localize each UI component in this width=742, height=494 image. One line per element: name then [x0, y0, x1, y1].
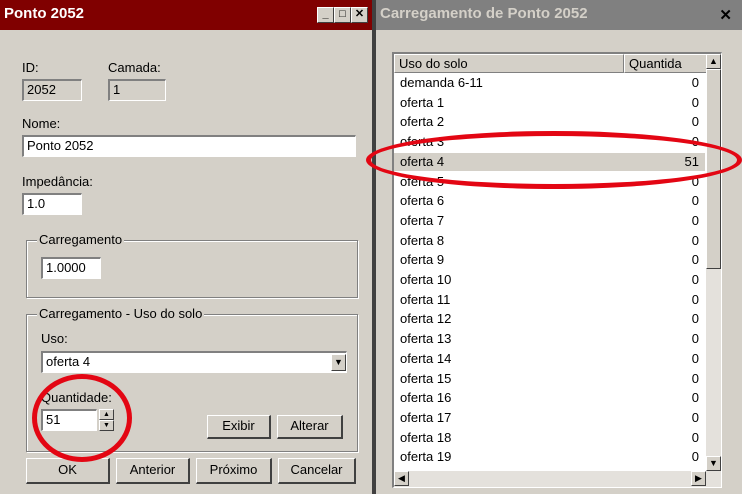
list-item-quantity: 0	[691, 94, 699, 110]
list-item[interactable]: oferta 8 0	[394, 232, 705, 250]
list-item[interactable]: oferta 11 0	[394, 291, 705, 309]
nome-label: Nome:	[22, 116, 61, 131]
list-item-quantity: 0	[691, 331, 699, 347]
list-item[interactable]: oferta 15 0	[394, 370, 705, 388]
scroll-down-icon[interactable]: ▼	[706, 456, 721, 471]
exibir-button[interactable]: Exibir	[207, 415, 271, 439]
scroll-right-icon[interactable]: ▶	[691, 471, 706, 486]
list-item-name: oferta 2	[400, 114, 445, 130]
list-item-name: demanda 6-11	[400, 75, 483, 90]
list-item-name: oferta 6	[400, 193, 445, 209]
list-item[interactable]: oferta 12 0	[394, 310, 705, 328]
list-item-quantity: 0	[691, 212, 699, 228]
list-item-name: oferta 11	[400, 291, 451, 307]
list-item-quantity: 0	[691, 75, 699, 90]
camada-label: Camada:	[108, 60, 161, 75]
proximo-button[interactable]: Próximo	[196, 458, 272, 484]
column-header-quantidade[interactable]: Quantida	[624, 54, 709, 73]
list-item[interactable]: demanda 6-11 0	[394, 74, 705, 92]
list-item-name: oferta 16	[400, 390, 452, 406]
dropdown-arrow-icon[interactable]: ▼	[331, 354, 346, 371]
column-header-uso-do-solo[interactable]: Uso do solo	[394, 54, 624, 73]
list-item[interactable]: oferta 16 0	[394, 389, 705, 407]
list-item-name: oferta 9	[400, 252, 445, 268]
list-item-quantity: 0	[691, 409, 699, 425]
alterar-button[interactable]: Alterar	[277, 415, 343, 439]
list-item-quantity: 0	[691, 252, 699, 268]
minimize-icon[interactable]: _	[317, 7, 334, 23]
list-item-quantity: 0	[691, 449, 699, 465]
list-item-name: oferta 12	[400, 311, 452, 327]
list-item-quantity: 0	[691, 232, 699, 248]
list-item-quantity: 0	[691, 193, 699, 209]
ponto-window-title: Ponto 2052	[4, 5, 85, 22]
list-item-name: oferta 15	[400, 370, 452, 386]
list-item-name: oferta 14	[400, 350, 452, 366]
list-item-quantity: 0	[691, 311, 699, 327]
list-item[interactable]: oferta 18 0	[394, 429, 705, 447]
vertical-scrollbar[interactable]: ▲ ▼	[706, 54, 721, 471]
list-item-name: oferta 10	[400, 272, 452, 287]
list-item-name: oferta 13	[400, 331, 452, 347]
ponto-titlebar[interactable]: Ponto 2052 _ □ ✕	[0, 0, 372, 30]
list-item[interactable]: oferta 14 0	[394, 350, 705, 368]
scroll-left-icon[interactable]: ◀	[394, 471, 409, 486]
list-item[interactable]: oferta 13 0	[394, 330, 705, 348]
close-icon[interactable]: ✕	[719, 6, 732, 24]
list-item-quantity: 0	[691, 390, 699, 406]
id-label: ID:	[22, 60, 39, 75]
id-field: 2052	[22, 79, 82, 101]
uso-select[interactable]: oferta 4 ▼	[41, 351, 347, 373]
camada-field: 1	[108, 79, 166, 101]
impedancia-label: Impedância:	[22, 174, 93, 189]
maximize-icon[interactable]: □	[334, 7, 351, 23]
list-item-name: oferta 7	[400, 212, 445, 228]
list-item[interactable]: oferta 9 0	[394, 251, 705, 269]
list-item-name: oferta 8	[400, 232, 445, 248]
annotation-circle-quantidade	[32, 374, 132, 462]
uso-label: Uso:	[41, 331, 68, 346]
impedancia-field[interactable]: 1.0	[22, 193, 82, 215]
list-item-name: oferta 19	[400, 449, 452, 465]
uso-do-solo-list[interactable]: Uso do solo Quantida demanda 6-11 0 oferta…	[392, 52, 722, 488]
annotation-circle-selected-row	[366, 131, 742, 189]
list-item-quantity: 0	[691, 429, 699, 445]
uso-select-value: oferta 4	[46, 354, 91, 369]
carregamento-titlebar[interactable]: Carregamento de Ponto 2052 ✕	[376, 0, 742, 30]
list-item[interactable]: oferta 6 0	[394, 192, 705, 210]
carregamento-group: Carregamento 1.0000	[26, 232, 358, 298]
list-item-quantity: 0	[691, 350, 699, 366]
list-item[interactable]: oferta 2 0	[394, 113, 705, 131]
list-item-quantity: 0	[691, 291, 699, 307]
list-item-quantity: 0	[691, 114, 699, 130]
carregamento-field[interactable]: 1.0000	[41, 257, 101, 279]
list-item[interactable]: oferta 10 0	[394, 271, 705, 289]
list-item-name: oferta 18	[400, 429, 452, 445]
anterior-button[interactable]: Anterior	[116, 458, 190, 484]
list-item[interactable]: oferta 17 0	[394, 409, 705, 427]
list-item-name: oferta 17	[400, 409, 452, 425]
list-item-quantity: 0	[691, 272, 699, 287]
carregamento-group-title: Carregamento	[37, 232, 125, 247]
list-item-quantity: 0	[691, 370, 699, 386]
cancelar-button[interactable]: Cancelar	[278, 458, 356, 484]
uso-do-solo-group-title: Carregamento - Uso do solo	[37, 306, 205, 321]
list-item[interactable]: oferta 19 0	[394, 448, 705, 466]
scroll-up-icon[interactable]: ▲	[706, 54, 721, 69]
list-item-name: oferta 1	[400, 94, 445, 110]
ok-button[interactable]: OK	[26, 458, 110, 484]
nome-field[interactable]: Ponto 2052	[22, 135, 356, 157]
horizontal-scrollbar[interactable]: ◀ ▶	[394, 471, 721, 487]
list-item[interactable]: oferta 1 0	[394, 94, 705, 112]
close-icon[interactable]: ✕	[351, 7, 368, 23]
carregamento-window-title: Carregamento de Ponto 2052	[380, 5, 588, 22]
list-item[interactable]: oferta 7 0	[394, 212, 705, 230]
